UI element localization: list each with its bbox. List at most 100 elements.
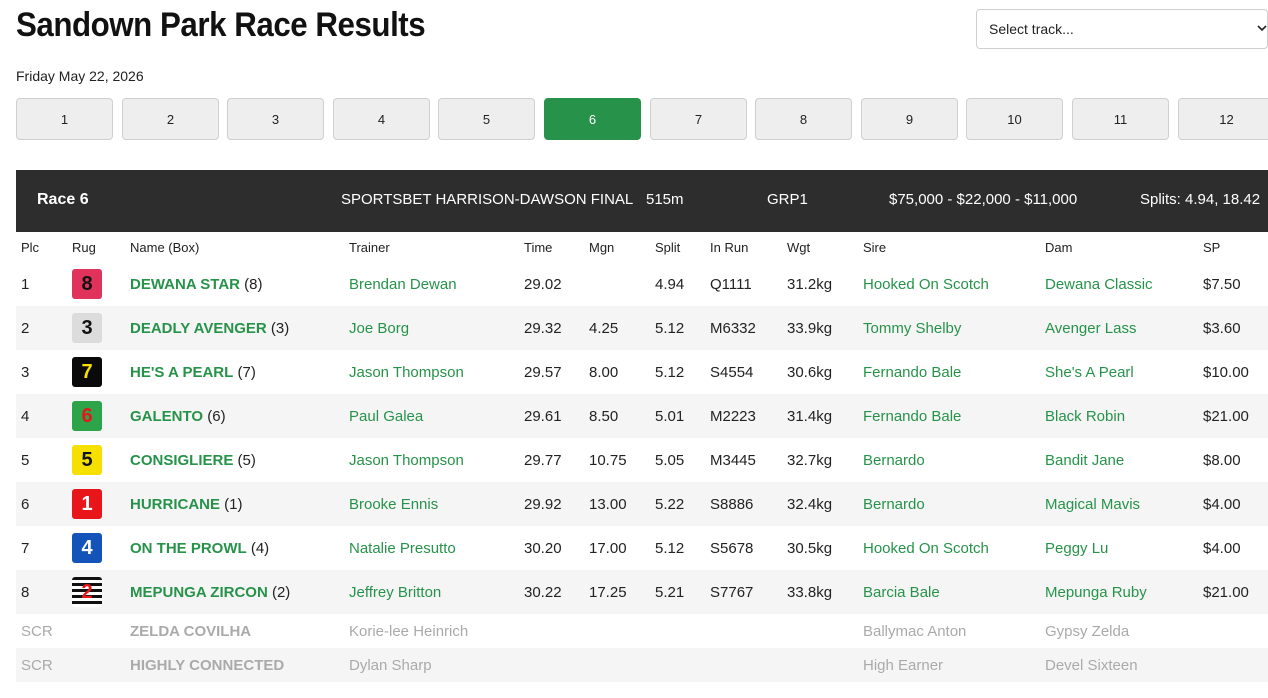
col-header-plc: Plc [21, 239, 40, 255]
dam-link[interactable]: Bandit Jane [1040, 438, 1198, 482]
race-tab-9[interactable]: 9 [861, 98, 958, 140]
weight-cell: 30.5kg [782, 526, 858, 570]
dam-link[interactable]: Black Robin [1040, 394, 1198, 438]
sire-link[interactable]: Fernando Bale [858, 350, 1040, 394]
trainer-link[interactable]: Natalie Presutto [344, 526, 519, 570]
in-run-cell: M2223 [705, 394, 782, 438]
dog-name-link[interactable]: CONSIGLIERE [130, 452, 233, 469]
dog-name-link[interactable]: HE'S A PEARL [130, 364, 233, 381]
rug-badge: 2 [72, 577, 102, 607]
dam-link[interactable]: Dewana Classic [1040, 262, 1198, 306]
split-cell: 5.12 [650, 526, 705, 570]
split-cell: 5.05 [650, 438, 705, 482]
trainer-link[interactable]: Dylan Sharp [344, 648, 519, 682]
race-tab-12[interactable]: 12 [1178, 98, 1268, 140]
race-tab-2[interactable]: 2 [122, 98, 219, 140]
race-tab-3[interactable]: 3 [227, 98, 324, 140]
box-number: (8) [244, 275, 263, 293]
in-run-cell: M6332 [705, 306, 782, 350]
trainer-link[interactable]: Paul Galea [344, 394, 519, 438]
place-cell: 8 [16, 570, 67, 614]
sire-link[interactable]: Bernardo [858, 438, 1040, 482]
race-tab-5[interactable]: 5 [438, 98, 535, 140]
race-tab-4[interactable]: 4 [333, 98, 430, 140]
sp-cell: $21.00 [1198, 394, 1268, 438]
place-cell: 2 [16, 306, 67, 350]
box-number: (7) [237, 363, 256, 381]
col-header-sire: Sire [863, 239, 887, 255]
empty-cell [519, 648, 584, 682]
place-cell: SCR [16, 648, 67, 682]
sire-link[interactable]: Ballymac Anton [858, 614, 1040, 648]
table-header-row: Plc Rug Name (Box) Trainer Time Mgn Spli… [16, 232, 1268, 262]
rug-number: 3 [81, 316, 93, 339]
trainer-link[interactable]: Jeffrey Britton [344, 570, 519, 614]
sire-link[interactable]: Fernando Bale [858, 394, 1040, 438]
dog-name-link[interactable]: DEADLY AVENGER [130, 320, 267, 337]
time-cell: 29.32 [519, 306, 584, 350]
dam-link[interactable]: Mepunga Ruby [1040, 570, 1198, 614]
trainer-link[interactable]: Joe Borg [344, 306, 519, 350]
dam-link[interactable]: Magical Mavis [1040, 482, 1198, 526]
sp-cell: $7.50 [1198, 262, 1268, 306]
rug-number: 8 [81, 272, 93, 295]
sire-link[interactable]: Barcia Bale [858, 570, 1040, 614]
dam-link[interactable]: Peggy Lu [1040, 526, 1198, 570]
race-tab-1[interactable]: 1 [16, 98, 113, 140]
trainer-link[interactable]: Brendan Dewan [344, 262, 519, 306]
box-number: (5) [237, 451, 256, 469]
race-tab-11[interactable]: 11 [1072, 98, 1169, 140]
dam-link[interactable]: Gypsy Zelda [1040, 614, 1198, 648]
race-header: Race 6 SPORTSBET HARRISON-DAWSON FINAL 5… [16, 170, 1268, 232]
track-select[interactable]: Select track... [976, 9, 1268, 49]
time-cell: 29.57 [519, 350, 584, 394]
sp-cell: $4.00 [1198, 482, 1268, 526]
rug-cell: 3 [67, 306, 125, 350]
sire-link[interactable]: Hooked On Scotch [858, 262, 1040, 306]
dam-link[interactable]: Avenger Lass [1040, 306, 1198, 350]
sire-link[interactable]: High Earner [858, 648, 1040, 682]
race-tab-7[interactable]: 7 [650, 98, 747, 140]
dog-name-link[interactable]: HIGHLY CONNECTED [125, 648, 344, 682]
dam-link[interactable]: Devel Sixteen [1040, 648, 1198, 682]
col-header-rug: Rug [72, 239, 96, 255]
race-tab-6[interactable]: 6 [544, 98, 641, 140]
in-run-cell: M3445 [705, 438, 782, 482]
rug-cell: 2 [67, 570, 125, 614]
dog-name-link[interactable]: GALENTO [130, 408, 203, 425]
trainer-link[interactable]: Korie-lee Heinrich [344, 614, 519, 648]
sire-link[interactable]: Hooked On Scotch [858, 526, 1040, 570]
page-title: Sandown Park Race Results [16, 6, 426, 44]
rug-badge: 8 [72, 269, 102, 299]
rug-cell: 8 [67, 262, 125, 306]
dog-name-link[interactable]: ON THE PROWL [130, 540, 247, 557]
table-row: 8 2 MEPUNGA ZIRCON (2) Jeffrey Britton 30.22… [16, 570, 1268, 614]
margin-cell: 8.50 [584, 394, 650, 438]
race-tab-8[interactable]: 8 [755, 98, 852, 140]
table-row: 1 8 DEWANA STAR (8) Brendan Dewan 29.02 4.94 Q… [16, 262, 1268, 306]
race-tab-10[interactable]: 10 [966, 98, 1063, 140]
in-run-cell: S8886 [705, 482, 782, 526]
race-splits: Splits: 4.94, 18.42 [1140, 191, 1261, 208]
trainer-link[interactable]: Jason Thompson [344, 350, 519, 394]
dog-name-link[interactable]: DEWANA STAR [130, 276, 240, 293]
dog-name-cell: DEADLY AVENGER (3) [125, 306, 344, 350]
margin-cell: 13.00 [584, 482, 650, 526]
dam-link[interactable]: She's A Pearl [1040, 350, 1198, 394]
dog-name-cell: MEPUNGA ZIRCON (2) [125, 570, 344, 614]
trainer-link[interactable]: Brooke Ennis [344, 482, 519, 526]
col-header-inrun: In Run [710, 239, 749, 255]
dog-name-link[interactable]: ZELDA COVILHA [125, 614, 344, 648]
time-cell: 29.61 [519, 394, 584, 438]
empty-cell [650, 648, 705, 682]
empty-cell [705, 648, 782, 682]
sire-link[interactable]: Bernardo [858, 482, 1040, 526]
sp-cell [1198, 648, 1268, 682]
dog-name-link[interactable]: HURRICANE [130, 496, 220, 513]
dog-name-link[interactable]: MEPUNGA ZIRCON [130, 584, 268, 601]
rug-badge: 5 [72, 445, 102, 475]
sire-link[interactable]: Tommy Shelby [858, 306, 1040, 350]
rug-cell [67, 648, 125, 682]
split-cell: 4.94 [650, 262, 705, 306]
trainer-link[interactable]: Jason Thompson [344, 438, 519, 482]
